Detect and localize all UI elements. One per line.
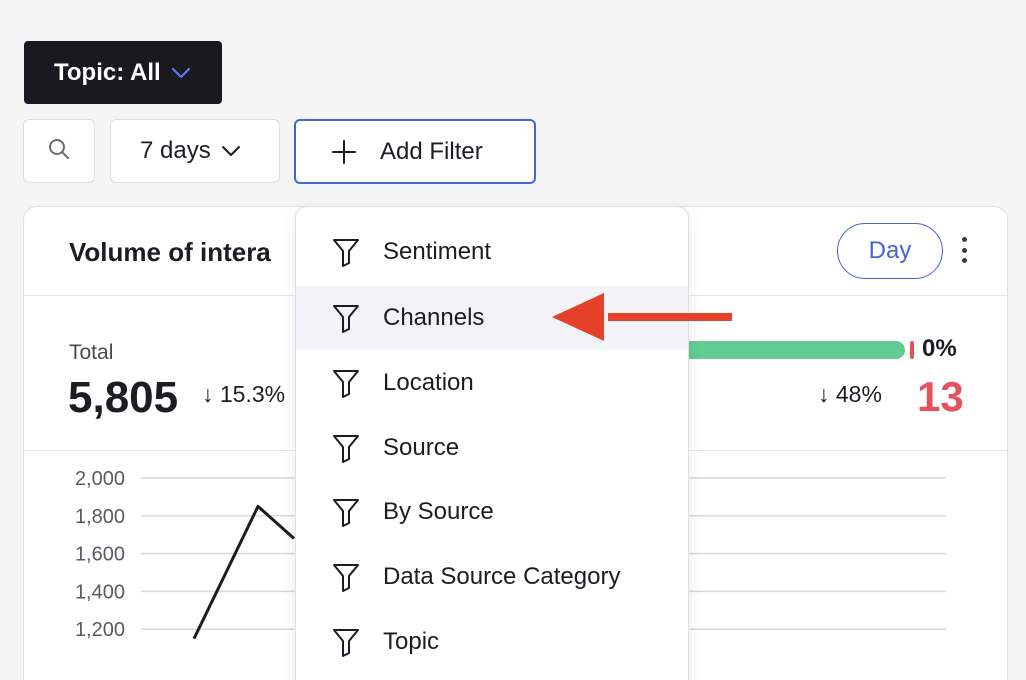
total-value: 5,805 <box>68 373 179 422</box>
chevron-down-icon <box>221 145 241 157</box>
filter-menu-item-label: Source <box>383 434 460 461</box>
annotation-arrow-icon <box>552 293 732 341</box>
filter-funnel-icon <box>332 433 360 463</box>
add-filter-label: Add Filter <box>380 137 483 165</box>
filter-menu-item-topic[interactable]: Topic <box>296 610 688 674</box>
chevron-down-icon <box>171 67 191 79</box>
filter-menu-item-data-source-category[interactable]: Data Source Category <box>296 545 688 609</box>
filter-menu-item-location[interactable]: Location <box>296 351 688 415</box>
filter-menu-item-label: Location <box>383 369 474 396</box>
total-change: ↓ 15.3% <box>202 381 286 407</box>
date-range-label: 7 days <box>140 137 211 164</box>
y-tick-label: 1,200 <box>75 619 125 641</box>
date-range-dropdown[interactable]: 7 days <box>110 119 280 183</box>
search-button[interactable] <box>23 119 95 183</box>
search-icon <box>47 137 71 166</box>
add-filter-button[interactable]: Add Filter <box>294 119 536 184</box>
filter-menu-item-by-source[interactable]: By Source <box>296 480 688 544</box>
filter-menu: Sentiment Channels Location Source By So… <box>295 206 689 680</box>
y-tick-label: 1,400 <box>75 581 125 603</box>
more-options-icon[interactable] <box>952 233 976 267</box>
topic-filter-button[interactable]: Topic: All <box>24 41 222 104</box>
negative-change: ↓ 48% <box>818 381 882 407</box>
y-tick-label: 1,800 <box>75 506 125 528</box>
sentiment-percent: 0% <box>922 335 957 362</box>
plus-icon <box>332 139 356 164</box>
y-tick-label: 1,600 <box>75 544 125 566</box>
negative-sentiment-bar <box>910 341 914 359</box>
filter-menu-item-sentiment[interactable]: Sentiment <box>296 220 688 284</box>
topic-filter-label: Topic: All <box>54 58 161 86</box>
filter-funnel-icon <box>332 562 360 592</box>
chart-series-line <box>192 504 295 640</box>
negative-value: 13 <box>917 373 964 420</box>
filter-menu-item-source[interactable]: Source <box>296 416 688 480</box>
filter-menu-item-label: Data Source Category <box>383 563 621 590</box>
y-tick-label: 2,000 <box>75 468 125 490</box>
filter-funnel-icon <box>332 237 360 267</box>
filter-menu-item-label: Topic <box>383 628 440 655</box>
filter-funnel-icon <box>332 368 360 398</box>
period-day-button[interactable]: Day <box>837 223 943 279</box>
filter-funnel-icon <box>332 303 360 333</box>
filter-menu-item-label: Channels <box>383 304 485 331</box>
total-label: Total <box>69 341 114 364</box>
filter-menu-item-label: By Source <box>383 498 494 525</box>
filter-funnel-icon <box>332 497 360 527</box>
card-title: Volume of intera <box>69 237 271 267</box>
filter-funnel-icon <box>332 627 360 657</box>
filter-menu-item-label: Sentiment <box>383 238 492 265</box>
